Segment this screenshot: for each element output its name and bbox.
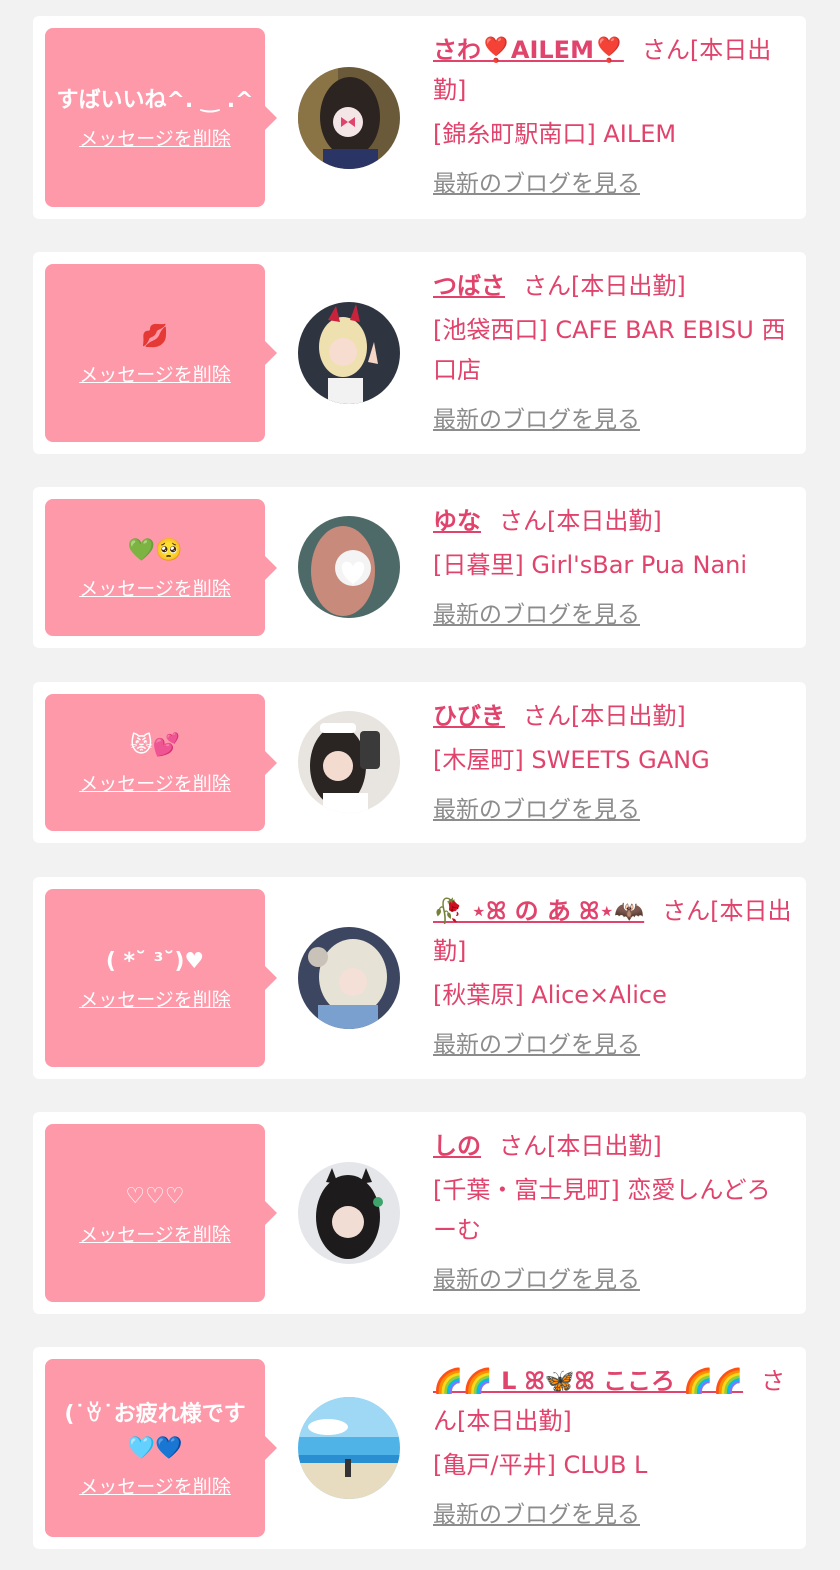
cast-name-link[interactable]: 🥀 ⋆ꕤ の あ ꕤ⋆🦇	[433, 897, 644, 925]
message-card: 💚🥺 メッセージを削除 ゆな さん[本日出勤] [日暮里] Girl'sBar P…	[33, 487, 806, 648]
message-bubble: 💚🥺 メッセージを削除	[45, 499, 277, 636]
message-card: 😾💕 メッセージを削除 ひびき さん[本日出勤] [木屋町] SWEETS GAN…	[33, 682, 806, 843]
latest-blog-link[interactable]: 最新のブログを見る	[433, 790, 640, 830]
avatar[interactable]	[298, 1162, 400, 1264]
honorific: さん[本日出勤]	[523, 702, 686, 730]
cast-name-link[interactable]: しの	[433, 1132, 481, 1160]
avatar[interactable]	[298, 67, 400, 169]
message-bubble: ( *˘ ³˘)♥ メッセージを削除	[45, 889, 277, 1067]
message-text: すばいいね^. ‿ .^	[56, 88, 254, 113]
profile-info: つばさ さん[本日出勤] [池袋西口] CAFE BAR EBISU 西口店 最新…	[433, 266, 794, 440]
honorific: さん[本日出勤]	[499, 1132, 662, 1160]
message-bubble: (˙ꈊ˙お疲れ様です🩵💙 メッセージを削除	[45, 1359, 277, 1537]
shop-name: [日暮里] Girl'sBar Pua Nani	[433, 551, 748, 579]
cast-name-link[interactable]: ゆな	[433, 507, 481, 535]
message-bubble: すばいいね^. ‿ .^ メッセージを削除	[45, 28, 277, 207]
cast-name-link[interactable]: 🌈🌈 L ꕤ🦋ꕤ こころ 🌈🌈	[433, 1367, 743, 1395]
cast-name-link[interactable]: ひびき	[433, 702, 505, 730]
shop-name: [錦糸町駅南口] AILEM	[433, 120, 677, 148]
avatar[interactable]	[298, 711, 400, 813]
profile-info: 🌈🌈 L ꕤ🦋ꕤ こころ 🌈🌈 さん[本日出勤] [亀戸/平井] CLUB L 最…	[433, 1361, 794, 1535]
message-card: ( *˘ ³˘)♥ メッセージを削除 🥀 ⋆ꕤ の あ ꕤ⋆🦇 さん[本日出勤] …	[33, 877, 806, 1079]
avatar-image	[298, 1397, 400, 1499]
message-text: 💋	[141, 323, 169, 349]
delete-message-link[interactable]: メッセージを削除	[79, 360, 231, 387]
message-card: すばいいね^. ‿ .^ メッセージを削除 さわ❣️AILEM❣️ さん[本日出勤…	[33, 16, 806, 219]
message-text: 💚🥺	[127, 538, 183, 563]
honorific: さん[本日出勤]	[523, 272, 686, 300]
shop-name: [千葉・富士見町] 恋愛しんどろーむ	[433, 1176, 771, 1244]
shop-name: [秋葉原] Alice×Alice	[433, 981, 667, 1009]
message-card: 💋 メッセージを削除 つばさ さん[本日出勤] [池袋西口] CAFE BAR E…	[33, 252, 806, 454]
delete-message-link[interactable]: メッセージを削除	[79, 769, 231, 796]
message-card: ♡♡♡ メッセージを削除 しの さん[本日出勤] [千葉・富士見町] 恋愛しんどろ…	[33, 1112, 806, 1314]
avatar-image	[298, 711, 400, 813]
shop-name: [木屋町] SWEETS GANG	[433, 746, 710, 774]
avatar-image	[298, 516, 400, 618]
avatar-image	[298, 67, 400, 169]
delete-message-link[interactable]: メッセージを削除	[79, 985, 231, 1012]
profile-info: ひびき さん[本日出勤] [木屋町] SWEETS GANG 最新のブログを見る	[433, 696, 794, 830]
message-bubble: ♡♡♡ メッセージを削除	[45, 1124, 277, 1302]
profile-info: しの さん[本日出勤] [千葉・富士見町] 恋愛しんどろーむ 最新のブログを見る	[433, 1126, 794, 1300]
latest-blog-link[interactable]: 最新のブログを見る	[433, 1025, 640, 1065]
latest-blog-link[interactable]: 最新のブログを見る	[433, 1260, 640, 1300]
avatar-image	[298, 1162, 400, 1264]
avatar[interactable]	[298, 927, 400, 1029]
honorific: さん[本日出勤]	[499, 507, 662, 535]
avatar[interactable]	[298, 1397, 400, 1499]
shop-name: [池袋西口] CAFE BAR EBISU 西口店	[433, 316, 786, 384]
avatar-image	[298, 927, 400, 1029]
latest-blog-link[interactable]: 最新のブログを見る	[433, 595, 640, 635]
message-card: (˙ꈊ˙お疲れ様です🩵💙 メッセージを削除 🌈🌈 L ꕤ🦋ꕤ こころ 🌈🌈 さん[…	[33, 1347, 806, 1549]
message-bubble: 😾💕 メッセージを削除	[45, 694, 277, 831]
message-text: ( *˘ ³˘)♥	[105, 948, 205, 974]
profile-info: さわ❣️AILEM❣️ さん[本日出勤] [錦糸町駅南口] AILEM 最新のブロ…	[433, 30, 794, 204]
cast-name-link[interactable]: つばさ	[433, 272, 505, 300]
avatar-image	[298, 302, 400, 404]
delete-message-link[interactable]: メッセージを削除	[79, 574, 231, 601]
latest-blog-link[interactable]: 最新のブログを見る	[433, 164, 640, 204]
avatar[interactable]	[298, 302, 400, 404]
latest-blog-link[interactable]: 最新のブログを見る	[433, 400, 640, 440]
delete-message-link[interactable]: メッセージを削除	[79, 1220, 231, 1247]
delete-message-link[interactable]: メッセージを削除	[79, 1472, 231, 1499]
profile-info: ゆな さん[本日出勤] [日暮里] Girl'sBar Pua Nani 最新のブ…	[433, 501, 794, 635]
cast-name-link[interactable]: さわ❣️AILEM❣️	[433, 36, 624, 64]
latest-blog-link[interactable]: 最新のブログを見る	[433, 1495, 640, 1535]
delete-message-link[interactable]: メッセージを削除	[79, 124, 231, 151]
message-text: (˙ꈊ˙お疲れ様です🩵💙	[64, 1401, 246, 1461]
message-bubble: 💋 メッセージを削除	[45, 264, 277, 442]
shop-name: [亀戸/平井] CLUB L	[433, 1451, 648, 1479]
message-text: 😾💕	[129, 733, 181, 758]
profile-info: 🥀 ⋆ꕤ の あ ꕤ⋆🦇 さん[本日出勤] [秋葉原] Alice×Alice 最…	[433, 891, 794, 1065]
message-text: ♡♡♡	[125, 1183, 185, 1209]
avatar[interactable]	[298, 516, 400, 618]
